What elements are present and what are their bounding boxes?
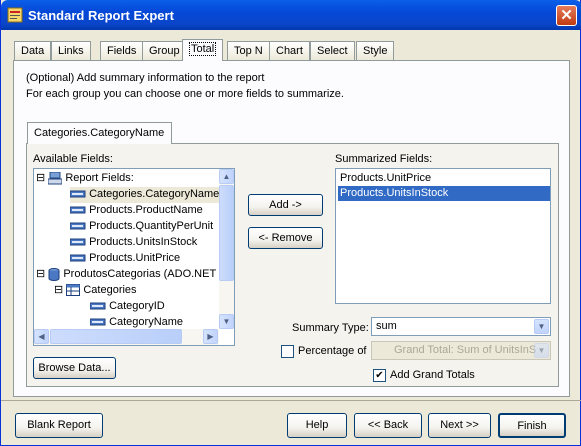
available-fields-label: Available Fields: [33, 153, 113, 165]
summarized-item-unitprice[interactable]: Products.UnitPrice [338, 171, 550, 186]
tree-item-products-quantityperunit[interactable]: Products.QuantityPerUnit [70, 219, 213, 235]
instruction-line-1: (Optional) Add summary information to th… [26, 72, 265, 84]
tree-item-label: Categories.CategoryName [89, 188, 220, 200]
add-grand-totals-label: Add Grand Totals [390, 369, 475, 381]
summarized-fields-label: Summarized Fields: [335, 153, 433, 165]
tree-node-label: Report Fields: [65, 172, 134, 184]
scroll-up-icon[interactable]: ▲ [219, 169, 234, 184]
tree-item-categoryid[interactable]: CategoryID [90, 299, 165, 315]
add-grand-totals-checkbox[interactable]: ✔ [373, 369, 386, 382]
field-icon [70, 206, 86, 214]
collapse-icon[interactable]: ⊟ [36, 268, 45, 280]
tree-item-label: Products.QuantityPerUnit [89, 220, 214, 232]
finish-button[interactable]: Finish [498, 413, 566, 438]
field-icon [70, 222, 86, 230]
tree-item-label: CategoryName [109, 316, 184, 328]
back-button[interactable]: << Back [354, 413, 422, 438]
tree-item-label: Products.ProductName [89, 204, 203, 216]
instruction-line-2: For each group you can choose one or mor… [26, 88, 344, 100]
field-icon [90, 318, 106, 326]
tab-links[interactable]: Links [51, 41, 91, 60]
scroll-right-icon[interactable]: ▶ [203, 329, 218, 344]
summary-type-value: sum [376, 320, 397, 332]
browse-data-button[interactable]: Browse Data... [33, 357, 116, 379]
tree-vertical-scrollbar[interactable]: ▲ ▼ [219, 169, 234, 329]
tab-select[interactable]: Select [310, 41, 355, 60]
field-icon [90, 302, 106, 310]
remove-button[interactable]: <- Remove [248, 227, 323, 249]
help-button[interactable]: Help [287, 413, 347, 438]
tab-style[interactable]: Style [356, 41, 395, 60]
tree-node-produtoscategorias[interactable]: ⊟ ProdutosCategorias (ADO.NET [36, 267, 216, 283]
summarized-fields-list[interactable]: Products.UnitPrice Products.UnitsInStock [335, 168, 551, 304]
tree-horizontal-scrollbar[interactable]: ◀ ▶ [34, 329, 219, 345]
scroll-down-icon[interactable]: ▼ [219, 314, 234, 329]
scroll-left-icon[interactable]: ◀ [34, 329, 49, 344]
report-expert-window: Standard Report Expert ✕ Data Links Fiel… [0, 0, 581, 446]
collapse-icon[interactable]: ⊟ [36, 172, 45, 184]
tree-item-label: CategoryID [109, 300, 165, 312]
percentage-label: Percentage of [298, 345, 367, 357]
tree-item-label: Products.UnitsInStock [89, 236, 198, 248]
app-icon [7, 7, 23, 23]
tree-item-products-unitsinstock[interactable]: Products.UnitsInStock [70, 235, 197, 251]
scroll-thumb[interactable] [50, 329, 182, 344]
chevron-down-icon[interactable]: ▼ [534, 343, 549, 358]
tree-node-label: ProdutosCategorias (ADO.NET [63, 268, 217, 280]
tab-total[interactable]: Total [182, 39, 224, 61]
add-button[interactable]: Add -> [248, 194, 323, 216]
footer-divider [1, 400, 581, 401]
percentage-select[interactable]: Grand Total: Sum of UnitsInS ▼ [371, 341, 551, 360]
summarized-item-unitsinstock[interactable]: Products.UnitsInStock [338, 186, 550, 201]
tab-chart[interactable]: Chart [269, 41, 310, 60]
tree-node-report-fields[interactable]: ⊟ Report Fields: [36, 171, 134, 187]
tree-node-label: Categories [83, 284, 137, 296]
chevron-down-icon[interactable]: ▼ [534, 319, 549, 334]
tree-item-label: Products.UnitPrice [89, 252, 181, 264]
scroll-thumb[interactable] [219, 185, 234, 281]
tab-top-n[interactable]: Top N [227, 41, 270, 60]
group-tab-categoryname[interactable]: Categories.CategoryName [27, 122, 173, 144]
tree-item-products-unitprice[interactable]: Products.UnitPrice [70, 251, 180, 267]
tab-data[interactable]: Data [14, 41, 52, 60]
percentage-checkbox[interactable] [281, 345, 294, 358]
database-icon [48, 267, 60, 281]
field-icon [70, 254, 86, 262]
window-title: Standard Report Expert [28, 8, 174, 23]
tree-item-products-productname[interactable]: Products.ProductName [70, 203, 203, 219]
available-fields-tree[interactable]: ⊟ Report Fields: Categories.CategoryName… [33, 168, 235, 346]
summary-type-label: Summary Type: [292, 322, 369, 334]
tab-fields[interactable]: Fields [100, 41, 144, 60]
percentage-value: Grand Total: Sum of UnitsInS [394, 344, 537, 356]
tab-group[interactable]: Group [142, 41, 187, 60]
summary-type-select[interactable]: sum ▼ [371, 317, 551, 336]
tree-node-categories[interactable]: ⊟ Categories [54, 283, 137, 299]
field-icon [70, 190, 86, 198]
blank-report-button[interactable]: Blank Report [15, 413, 103, 438]
close-button[interactable]: ✕ [556, 5, 577, 26]
tree-item-categories-categoryname[interactable]: Categories.CategoryName [70, 187, 222, 203]
table-icon [66, 284, 81, 297]
title-bar[interactable]: Standard Report Expert ✕ [1, 0, 581, 30]
next-button[interactable]: Next >> [428, 413, 491, 438]
report-fields-icon [48, 171, 63, 185]
field-icon [70, 238, 86, 246]
collapse-icon[interactable]: ⊟ [54, 284, 63, 296]
